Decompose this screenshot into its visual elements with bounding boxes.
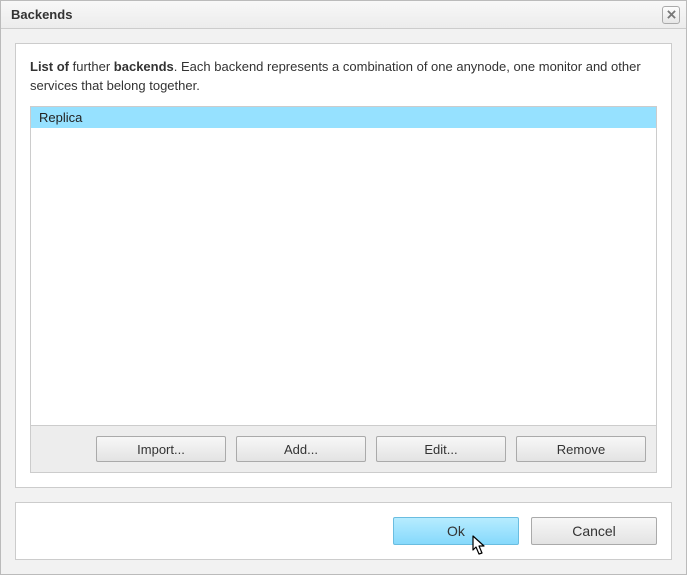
- titlebar: Backends: [1, 1, 686, 29]
- desc-bold-2: backends: [114, 59, 174, 74]
- close-button[interactable]: [662, 6, 680, 24]
- list-item[interactable]: Replica: [31, 107, 656, 128]
- import-button[interactable]: Import...: [96, 436, 226, 462]
- backends-listbox[interactable]: Replica: [30, 106, 657, 426]
- ok-button[interactable]: Ok: [393, 517, 519, 545]
- bottom-bar: Ok Cancel: [15, 502, 672, 560]
- inner-panel: List of further backends. Each backend r…: [15, 43, 672, 488]
- backends-dialog: Backends List of further backends. Each …: [0, 0, 687, 575]
- desc-bold-1: List of: [30, 59, 69, 74]
- description-text: List of further backends. Each backend r…: [30, 58, 657, 96]
- close-icon: [667, 10, 676, 19]
- desc-part2: further: [69, 59, 114, 74]
- add-button[interactable]: Add...: [236, 436, 366, 462]
- dialog-title: Backends: [11, 7, 662, 22]
- action-row: Import... Add... Edit... Remove: [30, 426, 657, 473]
- content-wrap: List of further backends. Each backend r…: [1, 29, 686, 574]
- edit-button[interactable]: Edit...: [376, 436, 506, 462]
- cancel-button[interactable]: Cancel: [531, 517, 657, 545]
- remove-button[interactable]: Remove: [516, 436, 646, 462]
